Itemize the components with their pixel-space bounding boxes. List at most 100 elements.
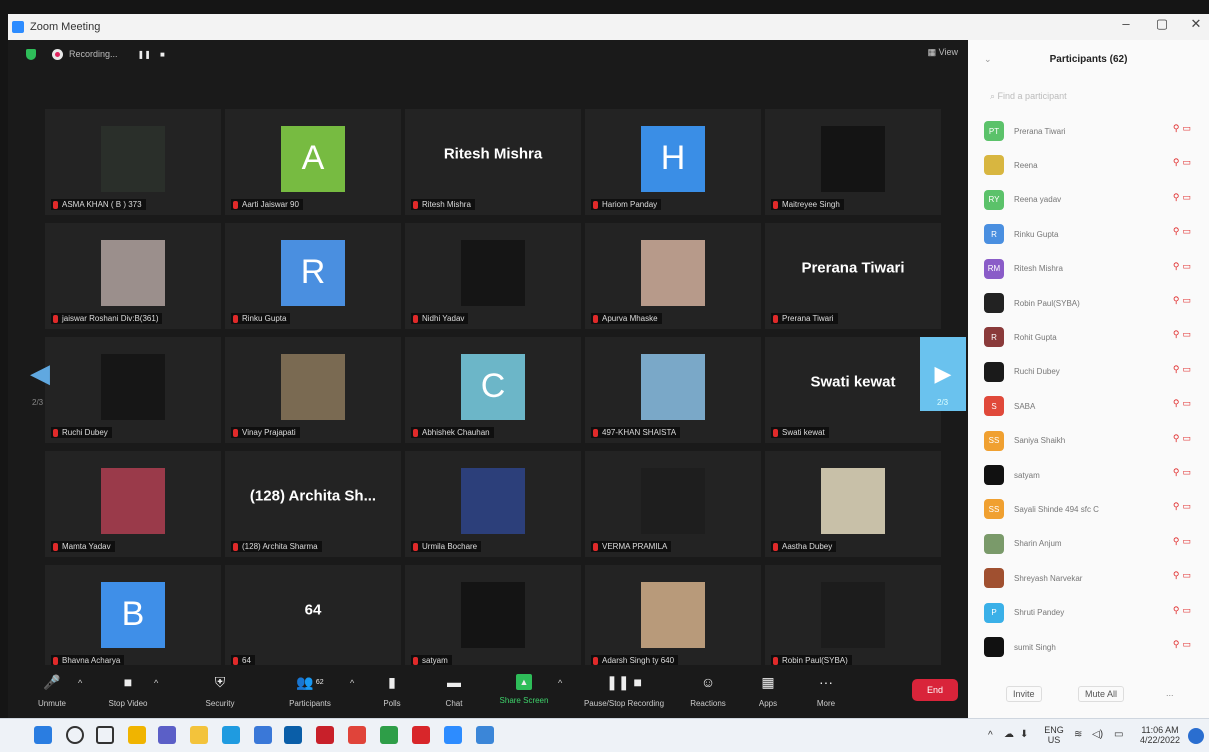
- wifi-icon[interactable]: ≋: [1074, 730, 1082, 740]
- participant-row[interactable]: Shreyash Narvekar ⚲▭: [984, 565, 1202, 591]
- participant-row[interactable]: Ruchi Dubey ⚲▭: [984, 359, 1202, 385]
- video-tile[interactable]: Ritesh Mishra Ritesh Mishra: [404, 108, 582, 216]
- video-options-caret-icon[interactable]: ^: [154, 678, 158, 688]
- participant-row[interactable]: satyam ⚲▭: [984, 462, 1202, 488]
- video-tile[interactable]: Apurva Mhaske: [584, 222, 762, 330]
- video-tile[interactable]: 64 64: [224, 564, 402, 672]
- video-tile[interactable]: jaiswar Roshani Div:B(361): [44, 222, 222, 330]
- participant-row[interactable]: Sharin Anjum ⚲▭: [984, 531, 1202, 557]
- avatar: [101, 467, 165, 534]
- participants-button[interactable]: 👥 62 Participants: [270, 671, 350, 709]
- language-indicator[interactable]: ENG US: [1040, 725, 1068, 745]
- minimize-button[interactable]: –: [1114, 16, 1138, 31]
- unmute-options-caret-icon[interactable]: ^: [78, 678, 82, 688]
- invite-button[interactable]: Invite: [1006, 686, 1042, 702]
- pause-stop-recording-button[interactable]: ❚❚ ■ Pause/Stop Recording: [584, 671, 664, 709]
- participant-row[interactable]: P Shruti Pandey ⚲▭: [984, 600, 1202, 626]
- battery-icon[interactable]: ▭: [1114, 730, 1123, 740]
- volume-icon[interactable]: ◁): [1092, 730, 1103, 740]
- more-button[interactable]: ··· More: [786, 671, 866, 708]
- video-tile[interactable]: Aastha Dubey: [764, 450, 942, 558]
- participant-row[interactable]: R Rinku Gupta ⚲▭: [984, 221, 1202, 247]
- video-tile[interactable]: Ruchi Dubey: [44, 336, 222, 444]
- chrome-2-icon[interactable]: [380, 726, 398, 744]
- video-tile[interactable]: Mamta Yadav: [44, 450, 222, 558]
- file-explorer-icon[interactable]: [190, 726, 208, 744]
- share-options-caret-icon[interactable]: ^: [558, 678, 562, 688]
- participant-status-icons: ⚲▭: [1173, 639, 1194, 650]
- participant-row[interactable]: R Rohit Gupta ⚲▭: [984, 324, 1202, 350]
- tile-name-label: VERMA PRAMILA: [591, 541, 672, 552]
- dell-icon[interactable]: [284, 726, 302, 744]
- video-tile[interactable]: 497-KHAN SHAISTA: [584, 336, 762, 444]
- video-off-icon: ▭: [1182, 639, 1194, 649]
- participant-row[interactable]: PT Prerana Tiwari ⚲▭: [984, 118, 1202, 144]
- participant-row[interactable]: SS Saniya Shaikh ⚲▭: [984, 428, 1202, 454]
- participant-row[interactable]: SS Sayali Shinde 494 sfc C ⚲▭: [984, 496, 1202, 522]
- widgets-icon[interactable]: [128, 726, 146, 744]
- participant-row[interactable]: RY Reena yadav ⚲▭: [984, 187, 1202, 213]
- windows-start-icon[interactable]: [34, 726, 52, 744]
- task-view-icon[interactable]: [96, 726, 114, 744]
- end-meeting-button[interactable]: End: [912, 679, 958, 701]
- video-tile[interactable]: VERMA PRAMILA: [584, 450, 762, 558]
- participant-row[interactable]: S SABA ⚲▭: [984, 393, 1202, 419]
- video-tile[interactable]: Adarsh Singh ty 640: [584, 564, 762, 672]
- mute-all-button[interactable]: Mute All: [1078, 686, 1125, 702]
- panel-more-button[interactable]: ...: [1160, 686, 1180, 700]
- video-tile[interactable]: Vinay Prajapati: [224, 336, 402, 444]
- participant-status-icons: ⚲▭: [1173, 570, 1194, 581]
- chat-app-icon[interactable]: [158, 726, 176, 744]
- video-tile[interactable]: Nidhi Yadav: [404, 222, 582, 330]
- encryption-shield-icon[interactable]: [26, 48, 36, 60]
- video-tile[interactable]: Urmila Bochare: [404, 450, 582, 558]
- video-tile[interactable]: A Aarti Jaiswar 90: [224, 108, 402, 216]
- participant-row[interactable]: sumit Singh ⚲▭: [984, 634, 1202, 660]
- pause-recording-icon[interactable]: ❚❚: [138, 50, 151, 59]
- chat-button[interactable]: ▬ Chat: [414, 671, 494, 708]
- notification-icon[interactable]: [1188, 728, 1204, 744]
- edge-icon[interactable]: [222, 726, 240, 744]
- video-tile[interactable]: (128) Archita Sh... (128) Archita Sharma: [224, 450, 402, 558]
- video-tile[interactable]: H Hariom Panday: [584, 108, 762, 216]
- video-tile[interactable]: satyam: [404, 564, 582, 672]
- participants-options-caret-icon[interactable]: ^: [350, 678, 354, 688]
- mcafee-icon[interactable]: [316, 726, 334, 744]
- close-button[interactable]: ✕: [1184, 16, 1208, 32]
- participant-row[interactable]: Robin Paul(SYBA) ⚲▭: [984, 290, 1202, 316]
- stop-video-button[interactable]: ■ Stop Video: [88, 671, 168, 708]
- participant-row[interactable]: RM Ritesh Mishra ⚲▭: [984, 256, 1202, 282]
- participant-search-input[interactable]: ⌕ Find a participant: [990, 91, 1067, 102]
- view-button[interactable]: ▦ View: [928, 47, 958, 58]
- zoom-icon[interactable]: [444, 726, 462, 744]
- unmute-button[interactable]: 🎤 Unmute: [12, 671, 92, 709]
- display-name-large: 64: [304, 601, 322, 619]
- video-tile[interactable]: Prerana Tiwari Prerana Tiwari: [764, 222, 942, 330]
- security-button[interactable]: ⛨ Security: [180, 671, 260, 709]
- avatar: [461, 239, 525, 306]
- mic-muted-icon: [773, 314, 778, 323]
- video-tile[interactable]: B Bhavna Acharya: [44, 564, 222, 672]
- chrome-3-icon[interactable]: [476, 726, 494, 744]
- video-tile[interactable]: Swati kewat Swati kewat: [764, 336, 942, 444]
- video-tile[interactable]: ASMA KHAN ( B ) 373: [44, 108, 222, 216]
- store-icon[interactable]: [254, 726, 272, 744]
- search-icon[interactable]: [66, 726, 84, 744]
- acrobat-icon[interactable]: [412, 726, 430, 744]
- stop-recording-icon[interactable]: ■: [160, 50, 165, 59]
- maximize-button[interactable]: ▢: [1150, 16, 1174, 32]
- participant-row[interactable]: Reena ⚲▭: [984, 152, 1202, 178]
- participant-avatar: [984, 465, 1004, 485]
- network-drive-icon[interactable]: ☁: [1004, 730, 1014, 740]
- prev-page-arrow[interactable]: ◀: [30, 358, 50, 389]
- video-tile[interactable]: R Rinku Gupta: [224, 222, 402, 330]
- clock[interactable]: 11:06 AM 4/22/2022: [1134, 725, 1186, 745]
- usb-icon[interactable]: ⬇: [1020, 730, 1028, 740]
- video-tile[interactable]: C Abhishek Chauhan: [404, 336, 582, 444]
- tray-chevron-icon[interactable]: ^: [988, 731, 993, 741]
- video-tile[interactable]: Robin Paul(SYBA): [764, 564, 942, 672]
- chrome-icon[interactable]: [348, 726, 366, 744]
- video-tile[interactable]: Maitreyee Singh: [764, 108, 942, 216]
- video-camera-icon: ■: [123, 674, 133, 690]
- share-screen-button[interactable]: ▲ Share Screen: [484, 671, 564, 705]
